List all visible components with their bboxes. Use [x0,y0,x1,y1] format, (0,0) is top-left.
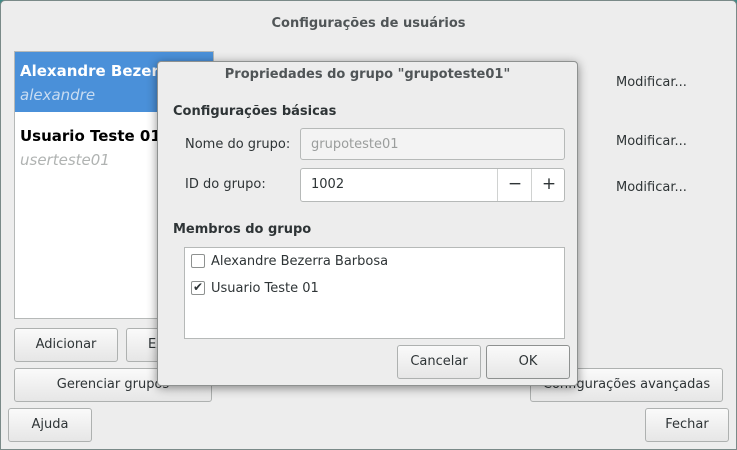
group-properties-dialog: Propriedades do grupo "grupoteste01" Con… [157,61,578,386]
close-button[interactable]: Fechar [645,408,729,442]
dialog-title: Propriedades do grupo "grupoteste01" [224,67,511,82]
group-members-heading: Membros do grupo [173,222,312,237]
modify-button-1[interactable]: Modificar... [616,75,687,90]
group-name-field [300,128,565,160]
group-id-value[interactable]: 1002 [311,177,344,192]
members-list: Alexandre Bezerra Barbosa ✔ Usuario Teste… [184,247,565,339]
member-checkbox-unchecked[interactable] [191,253,205,268]
member-name: Alexandre Bezerra Barbosa [211,254,389,269]
ok-button[interactable]: OK [486,345,570,379]
user-name: Usuario Teste 01 [20,127,161,145]
group-name-label: Nome do grupo: [185,137,291,152]
modify-button-2[interactable]: Modificar... [616,134,687,149]
modify-button-3[interactable]: Modificar... [616,180,687,195]
member-item-userteste01[interactable]: ✔ Usuario Teste 01 [191,279,319,299]
basic-settings-heading: Configurações básicas [173,104,337,119]
add-user-button[interactable]: Adicionar [14,328,118,362]
cancel-button[interactable]: Cancelar [397,345,481,379]
decrement-button[interactable]: − [497,169,532,201]
user-login: alexandre [20,86,96,104]
user-name: Alexandre Bezerra [20,62,177,80]
user-login: userteste01 [20,151,110,169]
group-id-spinner[interactable]: 1002 − + [300,168,565,202]
group-id-label: ID do grupo: [185,177,266,192]
member-item-alexandre[interactable]: Alexandre Bezerra Barbosa [191,252,388,272]
window-title: Configurações de usuários [271,16,466,31]
help-button[interactable]: Ajuda [8,408,92,442]
member-checkbox-checked[interactable]: ✔ [191,280,205,295]
increment-button[interactable]: + [531,169,566,201]
member-name: Usuario Teste 01 [211,281,319,296]
